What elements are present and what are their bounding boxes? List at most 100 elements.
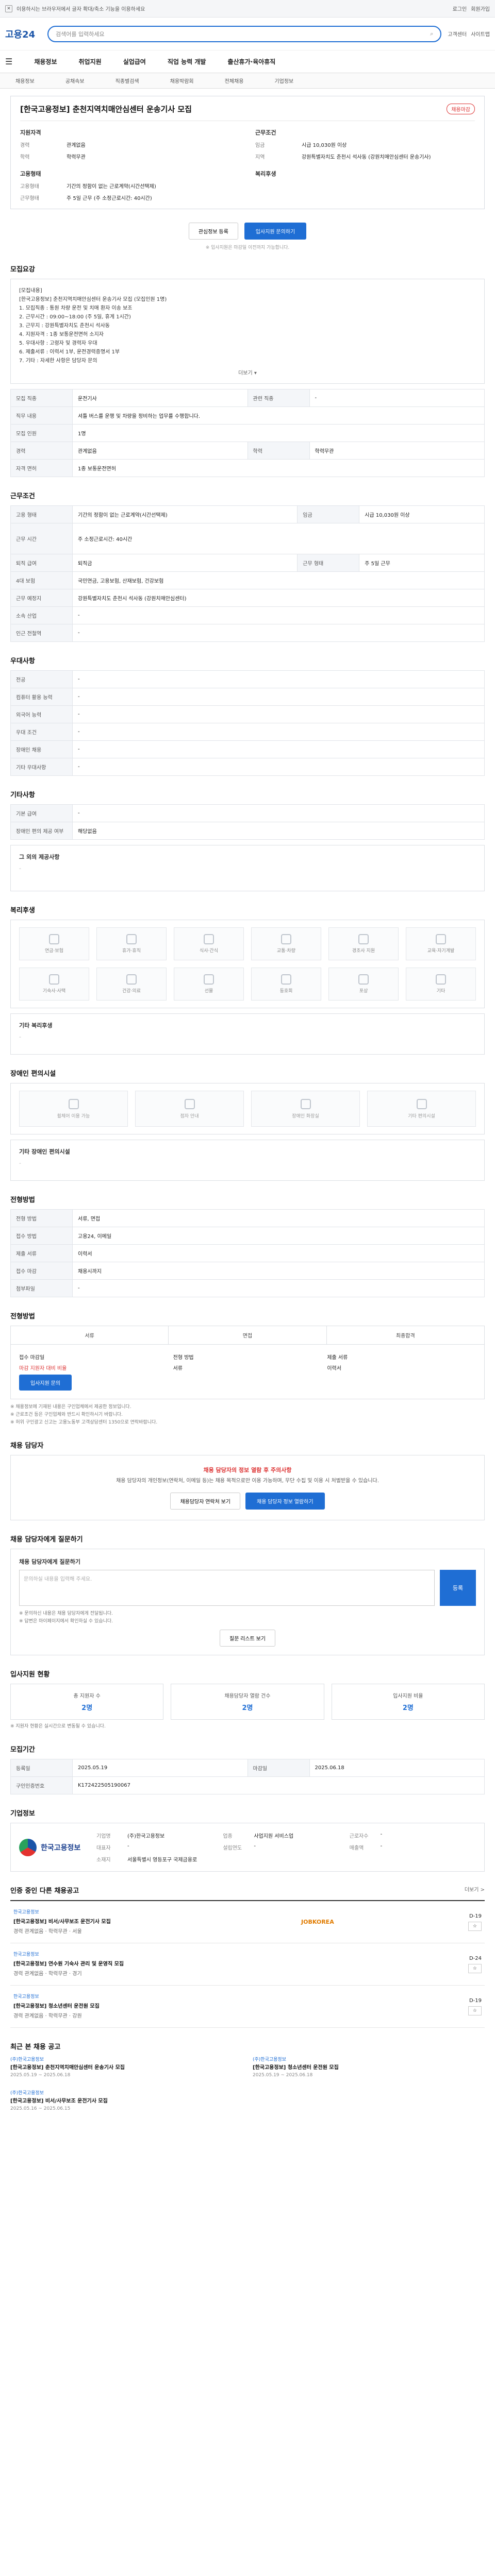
recent-title[interactable]: [한국고용정보] 비서/사무보조 운전기사 모집 [10,2097,242,2105]
sitemap-link[interactable]: 사이트맵 [471,30,490,38]
job-list: 한국고용정보 [한국고용정보] 비서/사무보조 운전기사 모집 경력 관계없음 … [10,1900,485,2028]
apply-note: ※ 채용정보에 기재된 내용은 구인업체에서 제공한 정보입니다. [10,1404,131,1410]
recent-grid: (주)한국고용정보 [한국고용정보] 춘천지역치매안심센터 운송기사 모집 20… [10,2056,485,2113]
job-list-item[interactable]: 한국고용정보 [한국고용정보] 비서/사무보조 운전기사 모집 경력 관계없음 … [10,1901,485,1943]
help-link[interactable]: 고객센터 [448,30,467,38]
row-value: 국민연금, 고용보험, 산재보험, 건강보험 [72,571,485,589]
row-value: - [309,389,485,407]
jobs-more-link[interactable]: 더보기 > [465,1885,485,1895]
job-list-item[interactable]: 한국고용정보 [한국고용정보] 청소년센터 운전원 모집 경력 관계없음 · 학… [10,1986,485,2028]
step-item: 서류 [11,1326,169,1344]
nav-item-benefit[interactable]: 실업급여 [123,57,146,66]
subnav-item[interactable]: 직종별검색 [116,77,139,84]
row-value: - [72,606,485,624]
apply-inquiry-button[interactable]: 입사지원 문의 [19,1375,72,1391]
welfare-label: 휴가·휴직 [122,948,141,954]
contact-warning-title: 채용 담당자의 정보 열람 후 주의사항 [203,1467,292,1473]
row-value: 운전기사 [72,389,248,407]
welfare-card: 연금·보험 [19,927,89,960]
recruit-line: [한국고용정보] 춘천지역치매안심센터 운송기사 모집 (모집인원 1명) [19,297,167,302]
question-list-button[interactable]: 질문 리스트 보기 [220,1630,275,1647]
row-key: 학력 [247,442,310,460]
disability-card: 휠체어 이용 가능 [19,1091,128,1127]
menu-icon[interactable]: ☰ [5,57,12,66]
recent-card[interactable]: (주)한국고용정보 [한국고용정보] 춘천지역치매안심센터 운송기사 모집 20… [10,2056,242,2079]
row-key: 구인인증번호 [10,1776,73,1794]
row-value: - [72,624,485,642]
job-item-title[interactable]: [한국고용정보] 연수원 기숙사 관리 및 운영직 모집 [13,1959,301,1967]
nav-item-leave[interactable]: 출산휴가·육아휴직 [227,57,275,66]
section-title: 장애인 편의시설 [10,1070,56,1078]
subnav-item[interactable]: 전체채용 [225,77,244,84]
close-icon[interactable]: ✕ [5,5,12,12]
inquiry-submit-button[interactable]: 등록 [440,1570,476,1606]
inquiry-label: 채용 담당자에게 질문하기 [19,1558,80,1565]
summary-value: 주 5일 근무 (주 소정근로시간: 40시간) [67,196,152,201]
section-title: 전형방법 [10,1196,35,1204]
apply-button[interactable]: 입사지원 문의하기 [244,223,307,240]
row-value: 퇴직금 [72,554,298,572]
summary-value: 관계없음 [67,143,86,148]
row-key: 근무 형태 [297,554,360,572]
job-title: [한국고용정보] 춘천지역치매안심센터 운송기사 모집 [20,105,192,114]
more-toggle[interactable]: 더보기 ▾ [19,368,476,376]
welfare-label: 교통·차량 [277,948,295,954]
wheelchair-icon [68,1098,79,1109]
welfare-card: 휴가·휴직 [96,927,167,960]
row-key: 소속 산업 [10,606,73,624]
subnav-item[interactable]: 기업정보 [274,77,293,84]
extra-note-value: - [19,865,21,872]
inquiry-textarea[interactable]: 문의하실 내용을 입력해 주세요. [19,1570,435,1606]
welfare-card: 기숙사·사택 [19,968,89,1001]
subnav-item[interactable]: 채용정보 [15,77,35,84]
search-icon[interactable]: ⌕ [430,30,433,38]
section-title: 기업정보 [10,1810,35,1818]
welfare-label: 교육·자기계발 [427,948,455,954]
subnav-item[interactable]: 공채속보 [65,77,85,84]
save-interest-button[interactable]: 관심정보 등록 [188,223,238,240]
recent-card[interactable]: (주)한국고용정보 [한국고용정보] 비서/사무보조 운전기사 모집 2025.… [10,2090,242,2113]
disability-card: 장애인 화장실 [251,1091,360,1127]
section-title: 근무조건 [10,493,35,500]
job-deadline: D-19 [469,1913,482,1919]
open-contact-button[interactable]: 채용 담당자 정보 열람하기 [245,1493,325,1510]
scrap-button[interactable]: ☆ [468,1921,482,1931]
scrap-button[interactable]: ☆ [468,1963,482,1973]
row-value: 주 5일 근무 [359,554,485,572]
subnav-item[interactable]: 채용박람회 [170,77,194,84]
summary-left2-title: 고용형태 [20,171,41,177]
login-link[interactable]: 로그인 [453,5,467,12]
job-summary: [한국고용정보] 춘천지역치매안심센터 운송기사 모집 채용마감 지원자격 경력… [10,96,485,209]
nav-item-jobs[interactable]: 채용정보 [34,57,57,66]
recent-title[interactable]: [한국고용정보] 춘천지역치매안심센터 운송기사 모집 [10,2064,242,2072]
job-item-title[interactable]: [한국고용정보] 비서/사무보조 운전기사 모집 [13,1917,301,1925]
signup-link[interactable]: 회원가입 [471,5,490,12]
welfare-label: 선물 [204,989,213,994]
prefer-table: 전공 - 컴퓨터 활용 능력 - 외국어 능력 - 우대 조건 - 장애인 채용 - 기타… [10,670,485,776]
row-key: 고용 형태 [10,505,73,523]
disability-card: 기타 편의시설 [367,1091,476,1127]
company-value: - [380,1832,383,1837]
summary-right2-title: 복리후생 [255,171,276,177]
scrap-button[interactable]: ☆ [468,2006,482,2015]
recent-title[interactable]: [한국고용정보] 청소년센터 운전원 모집 [253,2064,485,2072]
site-logo[interactable]: 고용24 [5,27,41,41]
job-list-item[interactable]: 한국고용정보 [한국고용정보] 연수원 기숙사 관리 및 운영직 모집 경력 관… [10,1943,485,1986]
row-key: 퇴직 급여 [10,554,73,572]
process-table: 전형 방법 서류, 면접 접수 방법 고용24, 이메일 제출 서류 이력서 접수 마… [10,1209,485,1297]
stat-label: 총 지원자 수 [73,1693,101,1699]
view-contact-button[interactable]: 채용담당자 연락처 보기 [170,1493,240,1510]
recent-org: (주)한국고용정보 [10,2091,44,2096]
section-title: 모집요강 [10,266,35,274]
search-input[interactable]: 검색어를 입력하세요 ⌕ [47,25,442,42]
row-value: 해당없음 [72,822,485,840]
disability-panel: 휠체어 이용 가능 점자 안내 장애인 화장실 기타 편의시설 [10,1083,485,1134]
nav-item-support[interactable]: 취업지원 [79,57,102,66]
row-key: 접수 마감 [10,1262,73,1280]
nav-item-training[interactable]: 직업 능력 개발 [168,57,206,66]
job-item-title[interactable]: [한국고용정보] 청소년센터 운전원 모집 [13,2002,301,2009]
trophy-icon [358,974,369,985]
inquiry-note: ※ 문의하신 내용은 채용 담당자에게 전달됩니다. [19,1611,113,1616]
row-value: - [72,670,485,688]
recent-card[interactable]: (주)한국고용정보 [한국고용정보] 청소년센터 운전원 모집 2025.05.… [253,2056,485,2079]
